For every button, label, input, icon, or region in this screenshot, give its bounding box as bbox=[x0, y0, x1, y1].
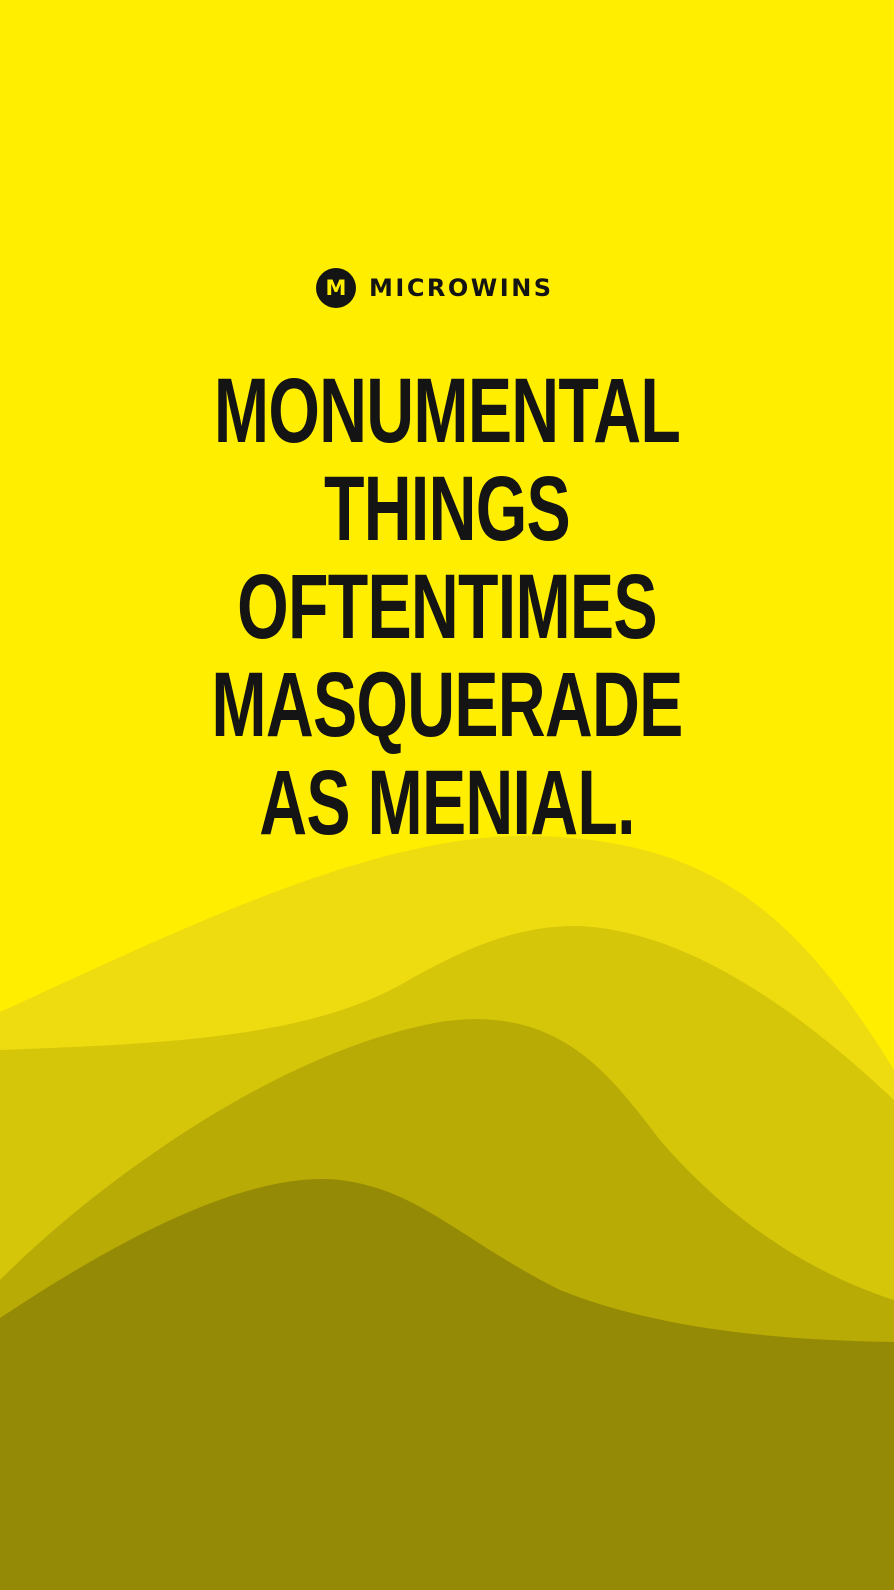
headline-line-2: THINGS bbox=[324, 458, 571, 560]
wave-layer-4 bbox=[0, 1179, 894, 1590]
headline-line-1: MONUMENTAL bbox=[213, 360, 681, 462]
headline-line-4: MASQUERADE bbox=[211, 654, 683, 756]
wave-layer-2 bbox=[0, 925, 894, 1590]
wave-layer-3 bbox=[0, 1019, 894, 1590]
wave-layer-1 bbox=[0, 835, 894, 1590]
headline-line-3: OFTENTIMES bbox=[237, 556, 657, 658]
poster-canvas: M MICROWINS MONUMENTAL THINGS OFTENTIMES… bbox=[0, 0, 894, 1590]
headline-line-5: AS MENIAL. bbox=[259, 752, 635, 854]
brand-lockup: M MICROWINS bbox=[316, 268, 554, 308]
brand-name: MICROWINS bbox=[369, 274, 554, 302]
headline-quote: MONUMENTAL THINGS OFTENTIMES MASQUERADE … bbox=[0, 362, 894, 852]
microwins-logo-icon: M bbox=[316, 268, 356, 308]
